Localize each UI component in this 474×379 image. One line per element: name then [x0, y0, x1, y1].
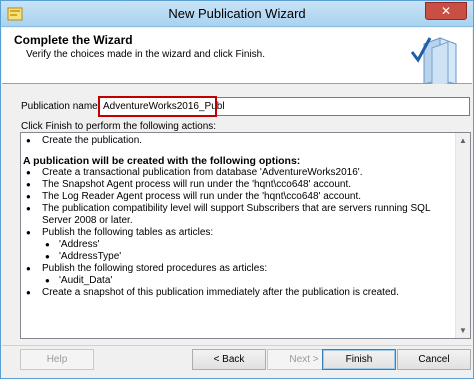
publication-name-label: Publication name: — [21, 101, 101, 112]
instructions-label: Click Finish to perform the following ac… — [21, 121, 217, 132]
bullet-icon: ● — [26, 228, 31, 237]
table-article-item: ● 'Address' — [45, 239, 100, 250]
list-item: ● Publish the following tables as article… — [26, 227, 214, 238]
bullet-icon: ● — [26, 264, 31, 273]
help-button[interactable]: Help — [20, 349, 94, 370]
window-title: New Publication Wizard — [168, 6, 306, 21]
list-item: ● The publication compatibility level wil… — [26, 203, 431, 226]
bullet-icon: ● — [26, 168, 31, 177]
list-item: ● Publish the following stored procedures… — [26, 263, 268, 274]
bullet-icon: ● — [45, 252, 50, 261]
title-bar: New Publication Wizard ✕ — [1, 1, 473, 27]
page-title: Complete the Wizard — [14, 33, 133, 47]
publication-name-input[interactable] — [99, 97, 470, 116]
proc-article-item: ● 'Audit_Data' — [45, 275, 113, 286]
scroll-down-icon[interactable]: ▼ — [456, 323, 470, 338]
list-item: ● Create the publication. — [26, 135, 143, 146]
wizard-header: Complete the Wizard Verify the choices m… — [2, 28, 472, 84]
close-button[interactable]: ✕ — [425, 2, 467, 20]
bullet-icon: ● — [26, 204, 31, 213]
actions-textbox[interactable]: ● Create the publication. A publication w… — [20, 132, 471, 339]
bullet-icon: ● — [45, 240, 50, 249]
button-separator — [2, 345, 472, 346]
wizard-books-icon — [410, 37, 457, 84]
back-button[interactable]: < Back — [192, 349, 266, 370]
list-item: ● The Snapshot Agent process will run und… — [26, 179, 352, 190]
list-item: ● Create a snapshot of this publication i… — [26, 287, 399, 298]
page-subtitle: Verify the choices made in the wizard an… — [26, 49, 265, 60]
bullet-icon: ● — [26, 192, 31, 201]
options-heading: A publication will be created with the f… — [23, 155, 301, 167]
bullet-icon: ● — [45, 276, 50, 285]
table-article-item: ● 'AddressType' — [45, 251, 122, 262]
vertical-scrollbar[interactable]: ▲ ▼ — [455, 133, 470, 338]
scroll-up-icon[interactable]: ▲ — [456, 133, 470, 148]
bullet-icon: ● — [26, 288, 31, 297]
cancel-button[interactable]: Cancel — [397, 349, 471, 370]
list-item: ● The Log Reader Agent process will run u… — [26, 191, 362, 202]
bullet-icon: ● — [26, 136, 31, 145]
actions-list: ● Create the publication. A publication w… — [21, 135, 457, 299]
finish-button[interactable]: Finish — [322, 349, 396, 370]
bullet-icon: ● — [26, 180, 31, 189]
list-item: ● Create a transactional publication from… — [26, 167, 363, 178]
wizard-window: New Publication Wizard ✕ Complete the Wi… — [0, 0, 474, 379]
